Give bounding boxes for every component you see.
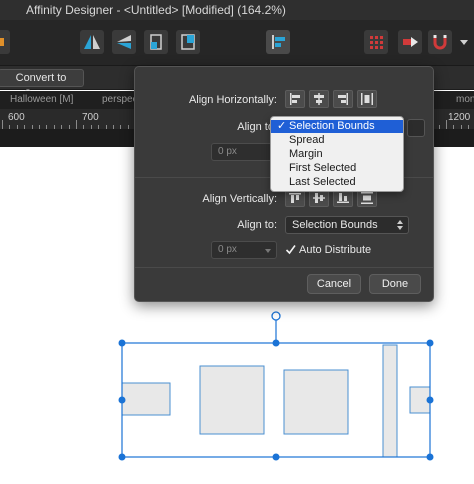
snapping-dropdown-chevron-icon[interactable]: [458, 36, 470, 48]
ruler-label-1200: 1200: [448, 112, 471, 123]
align-icon[interactable]: [266, 30, 290, 54]
object-square[interactable]: [199, 365, 265, 435]
align-center-horizontal-icon[interactable]: [309, 90, 329, 108]
ruler-tick: [2, 120, 3, 129]
document-tab-halloween[interactable]: Halloween [M]: [10, 91, 73, 109]
selection-handle-top-middle[interactable]: [272, 339, 280, 347]
document-tab-mon[interactable]: mon: [456, 91, 474, 109]
vertical-spacing-field[interactable]: 0 px: [211, 241, 277, 259]
menu-item-label: Spread: [289, 134, 325, 146]
align-right-icon[interactable]: [333, 90, 353, 108]
distribute-horizontally-icon[interactable]: [357, 90, 377, 108]
vertical-spacing-value: 0 px: [218, 244, 237, 255]
flip-horizontal-icon[interactable]: [80, 30, 104, 54]
object-tall-bar[interactable]: [382, 344, 398, 458]
selection-handle-bottom-middle[interactable]: [272, 453, 280, 461]
auto-distribute-label: Auto Distribute: [299, 244, 372, 256]
document-tab-perspective[interactable]: perspec: [102, 91, 138, 109]
menu-item-label: Selection Bounds: [289, 120, 375, 132]
ruler-tick: [76, 120, 77, 129]
selection-handle-top-left[interactable]: [118, 339, 126, 347]
window-title: Affinity Designer - <Untitled> [Modified…: [26, 3, 286, 17]
horizontal-spacing-value: 0 px: [218, 146, 237, 157]
menu-item-margin[interactable]: Margin: [271, 148, 403, 161]
dialog-separator-bottom: [135, 267, 433, 268]
align-to-horizontal-label: Align to:: [237, 121, 277, 133]
object-rectangle-middle[interactable]: [283, 369, 349, 435]
spacing-dropdown-chevron-icon[interactable]: [264, 244, 272, 262]
align-to-dropdown-menu: ✓ Selection Bounds Spread Margin First S…: [270, 116, 404, 192]
convert-to-curves-button[interactable]: Convert to Curves: [0, 69, 84, 100]
align-to-horizontal-select-edge[interactable]: [407, 119, 425, 137]
align-to-vertical-value: Selection Bounds: [292, 219, 378, 231]
align-horizontally-label: Align Horizontally:: [188, 94, 277, 106]
selection-handle-middle-right[interactable]: [426, 396, 434, 404]
flip-vertical-icon[interactable]: [112, 30, 136, 54]
rotation-handle[interactable]: [271, 311, 281, 321]
done-button[interactable]: Done: [369, 274, 421, 294]
selection-handle-top-right[interactable]: [426, 339, 434, 347]
menu-item-label: Last Selected: [289, 176, 356, 188]
cancel-button[interactable]: Cancel: [307, 274, 361, 294]
align-vertically-label: Align Vertically:: [202, 193, 277, 205]
menu-item-label: First Selected: [289, 162, 357, 174]
rotate-right-icon[interactable]: [176, 30, 200, 54]
select-updown-icon: [396, 219, 404, 236]
ruler-label-600: 600: [8, 112, 25, 123]
snap-to-object-icon[interactable]: [398, 30, 422, 54]
horizontal-spacing-field[interactable]: 0 px: [211, 143, 273, 161]
align-to-vertical-select[interactable]: Selection Bounds: [285, 216, 409, 234]
align-left-icon[interactable]: [285, 90, 305, 108]
toolbar-persona-icon[interactable]: [0, 30, 10, 54]
menu-item-first-selected[interactable]: First Selected: [271, 162, 403, 175]
checkmark-icon: ✓: [277, 120, 287, 132]
ruler-label-700: 700: [82, 112, 99, 123]
object-small-left-rectangle[interactable]: [121, 382, 171, 416]
menu-item-selection-bounds[interactable]: ✓ Selection Bounds: [271, 120, 403, 133]
menu-item-label: Margin: [289, 148, 323, 160]
rotate-left-icon[interactable]: [144, 30, 168, 54]
snapping-grid-icon[interactable]: [364, 30, 388, 54]
auto-distribute-checkbox[interactable]: [285, 244, 296, 255]
window-title-bar: Affinity Designer - <Untitled> [Modified…: [0, 0, 474, 20]
selection-handle-bottom-right[interactable]: [426, 453, 434, 461]
menu-item-spread[interactable]: Spread: [271, 134, 403, 147]
selection-handle-bottom-left[interactable]: [118, 453, 126, 461]
selection-handle-middle-left[interactable]: [118, 396, 126, 404]
ruler-tick: [446, 120, 447, 129]
menu-item-last-selected[interactable]: Last Selected: [271, 176, 403, 189]
align-to-vertical-label: Align to:: [237, 219, 277, 231]
main-toolbar: [0, 20, 474, 66]
magnet-icon[interactable]: [428, 30, 452, 54]
